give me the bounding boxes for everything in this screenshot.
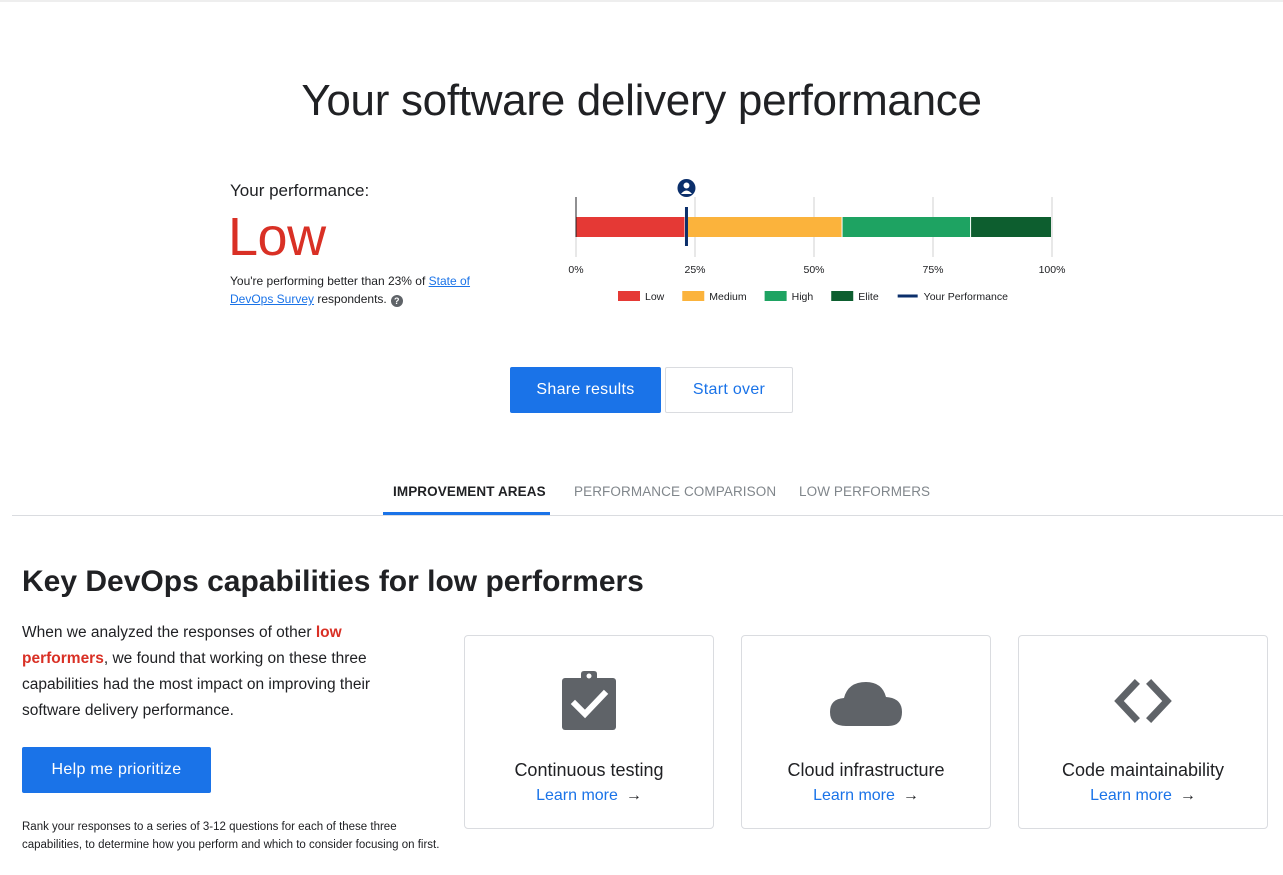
page-title: Your software delivery performance: [301, 76, 982, 125]
tick-label: 75%: [922, 264, 943, 276]
tab-performance-comparison[interactable]: PERFORMANCE COMPARISON: [574, 484, 776, 499]
top-border: [0, 0, 1283, 2]
bar-segment-high: [842, 217, 971, 237]
tab-improvement-areas[interactable]: IMPROVEMENT AREAS: [393, 484, 546, 499]
learn-more-label: Learn more: [1090, 787, 1172, 804]
cloud-icon: [742, 670, 990, 734]
bar-segment-medium: [685, 217, 842, 237]
help-icon[interactable]: ?: [390, 295, 403, 307]
capability-title: Code maintainability: [1061, 760, 1225, 780]
tick-label: 0%: [568, 264, 583, 276]
bar-segment-low: [576, 217, 685, 237]
legend-label: Low: [645, 291, 665, 303]
arrow-right-icon: →: [625, 787, 642, 804]
performance-note-suffix: respondents.: [314, 292, 387, 306]
tabs-divider: [12, 515, 1283, 516]
tick-label: 100%: [1039, 264, 1066, 276]
arrow-right-icon: →: [902, 787, 919, 804]
start-over-button[interactable]: Start over: [665, 367, 793, 413]
section-description: When we analyzed the responses of other …: [22, 620, 422, 724]
performance-note: You're performing better than 23% of Sta…: [230, 272, 500, 308]
code-icon: [1019, 670, 1267, 734]
results-tabs: IMPROVEMENT AREAS PERFORMANCE COMPARISON…: [0, 470, 1283, 516]
learn-more-label: Learn more: [813, 787, 895, 804]
performance-chart: 0% 25% 50% 75% 100% Low Medium High Elite Your Pe…: [568, 179, 1066, 303]
legend-swatch-your-performance: [897, 294, 918, 298]
capability-card-continuous-testing[interactable]: Continuous testing Learn more →: [464, 635, 714, 829]
user-icon-head: [683, 182, 690, 189]
legend-label: Your Performance: [924, 291, 1008, 303]
performance-note-prefix: You're performing better than 23% of: [230, 274, 429, 288]
tick-label: 25%: [684, 264, 705, 276]
section-title: Key DevOps capabilities for low performe…: [22, 565, 644, 598]
learn-more-link[interactable]: Learn more →: [742, 787, 990, 805]
capability-title: Cloud infrastructure: [787, 760, 945, 780]
help-me-prioritize-button[interactable]: Help me prioritize: [22, 747, 211, 793]
arrow-right-icon: →: [1179, 787, 1196, 804]
learn-more-link[interactable]: Learn more →: [1019, 787, 1267, 805]
legend-swatch-high: [764, 291, 787, 301]
learn-more-link[interactable]: Learn more →: [465, 787, 713, 805]
tick-label: 50%: [803, 264, 824, 276]
legend-label: Elite: [858, 291, 879, 303]
section-desc-prefix: When we analyzed the responses of other: [22, 624, 316, 641]
capability-title: Continuous testing: [514, 760, 664, 780]
performance-level: Low: [228, 207, 326, 267]
legend-swatch-medium: [682, 291, 705, 301]
capability-card-cloud-infrastructure[interactable]: Cloud infrastructure Learn more →: [741, 635, 991, 829]
legend-label: High: [792, 291, 814, 303]
tab-low-performers[interactable]: LOW PERFORMERS: [799, 484, 930, 499]
learn-more-label: Learn more: [536, 787, 618, 804]
rank-note: Rank your responses to a series of 3-12 …: [22, 821, 440, 851]
legend-swatch-elite: [831, 291, 854, 301]
share-results-button[interactable]: Share results: [510, 367, 661, 413]
capability-card-code-maintainability[interactable]: Code maintainability Learn more →: [1018, 635, 1268, 829]
bar-segment-elite: [971, 217, 1051, 237]
performance-label: Your performance:: [230, 181, 370, 200]
legend-label: Medium: [709, 291, 747, 303]
legend-swatch-low: [618, 291, 640, 301]
clipboard-check-icon: [465, 670, 713, 734]
